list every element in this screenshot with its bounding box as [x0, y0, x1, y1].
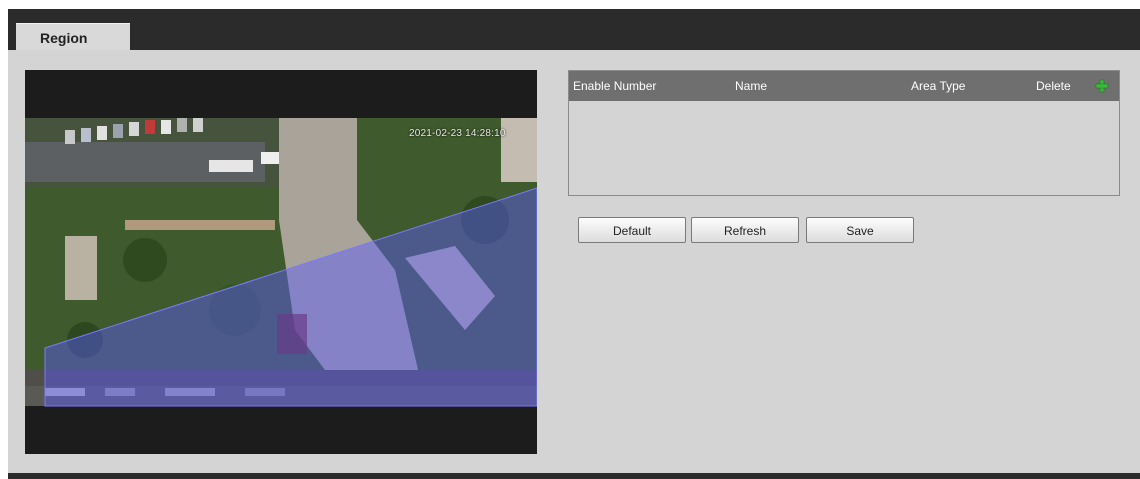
column-area-type: Area Type — [911, 79, 966, 93]
video-timestamp: 2021-02-23 14:28:10 — [409, 128, 506, 139]
column-name: Name — [735, 79, 768, 93]
default-button[interactable]: Default — [578, 217, 686, 243]
app-frame: Region 2021-02-23 14:28:10 Enable Number… — [8, 9, 1140, 479]
table-header: Enable Number Name Area Type Delete — [569, 71, 1119, 101]
column-enable-number: Enable Number — [573, 79, 657, 93]
column-delete: Delete — [1036, 79, 1071, 93]
refresh-button[interactable]: Refresh — [691, 217, 799, 243]
bottom-bar — [8, 473, 1140, 479]
video-preview[interactable]: 2021-02-23 14:28:10 — [25, 70, 537, 454]
region-table: Enable Number Name Area Type Delete — [568, 70, 1120, 196]
main-content: 2021-02-23 14:28:10 Enable Number Name A… — [8, 50, 1140, 473]
tab-region[interactable]: Region — [16, 23, 130, 51]
top-bar: Region — [8, 9, 1140, 51]
plus-icon[interactable] — [1095, 79, 1109, 93]
save-button[interactable]: Save — [806, 217, 914, 243]
